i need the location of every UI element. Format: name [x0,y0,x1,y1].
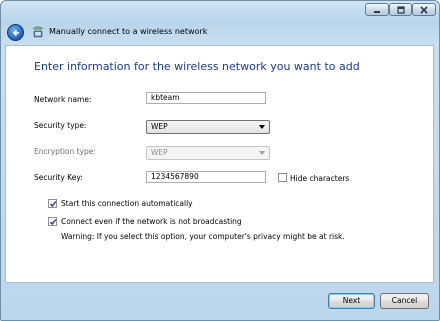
wireless-network-icon [32,26,44,38]
checkmark-icon [49,201,57,208]
encryption-type-value: WEP [151,148,168,157]
back-arrow-icon [12,29,19,36]
network-name-input[interactable]: kbteam [146,92,266,104]
chevron-down-icon [259,125,265,129]
page-heading: Enter information for the wireless netwo… [34,60,360,73]
checkmark-icon [49,219,57,226]
start-automatically-label: Start this connection automatically [61,199,193,208]
security-type-value: WEP [151,122,168,131]
minimize-icon [374,10,380,13]
connect-even-label: Connect even if the network is not broad… [61,217,242,226]
chevron-down-icon [259,151,265,155]
next-button[interactable]: Next [328,293,375,309]
minimize-button[interactable] [365,3,389,16]
network-name-label: Network name: [34,95,92,104]
security-type-select[interactable]: WEP [146,120,270,134]
maximize-icon [396,5,405,14]
start-automatically-checkbox[interactable] [48,199,57,208]
hide-characters-checkbox[interactable] [278,173,287,182]
dialog-footer: Next Cancel [1,283,439,320]
navigation-bar: Manually connect to a wireless network [1,19,439,45]
content-panel: Enter information for the wireless netwo… [5,45,434,283]
privacy-warning-text: Warning: If you select this option, your… [61,232,345,241]
dialog-window: Manually connect to a wireless network E… [0,0,440,321]
connect-even-checkbox[interactable] [48,217,57,226]
close-button[interactable] [412,3,436,16]
encryption-type-select: WEP [146,146,270,160]
close-icon [420,5,428,14]
window-title: Manually connect to a wireless network [49,27,208,36]
hide-characters-label: Hide characters [290,174,350,183]
title-bar [1,1,439,21]
maximize-button[interactable] [389,3,412,16]
cancel-button[interactable]: Cancel [380,293,429,309]
security-type-label: Security type: [34,121,87,130]
encryption-type-label: Encryption type: [34,147,96,156]
back-button[interactable] [7,24,24,41]
security-key-input[interactable]: 1234567890 [146,171,266,183]
security-key-label: Security Key: [34,173,83,182]
